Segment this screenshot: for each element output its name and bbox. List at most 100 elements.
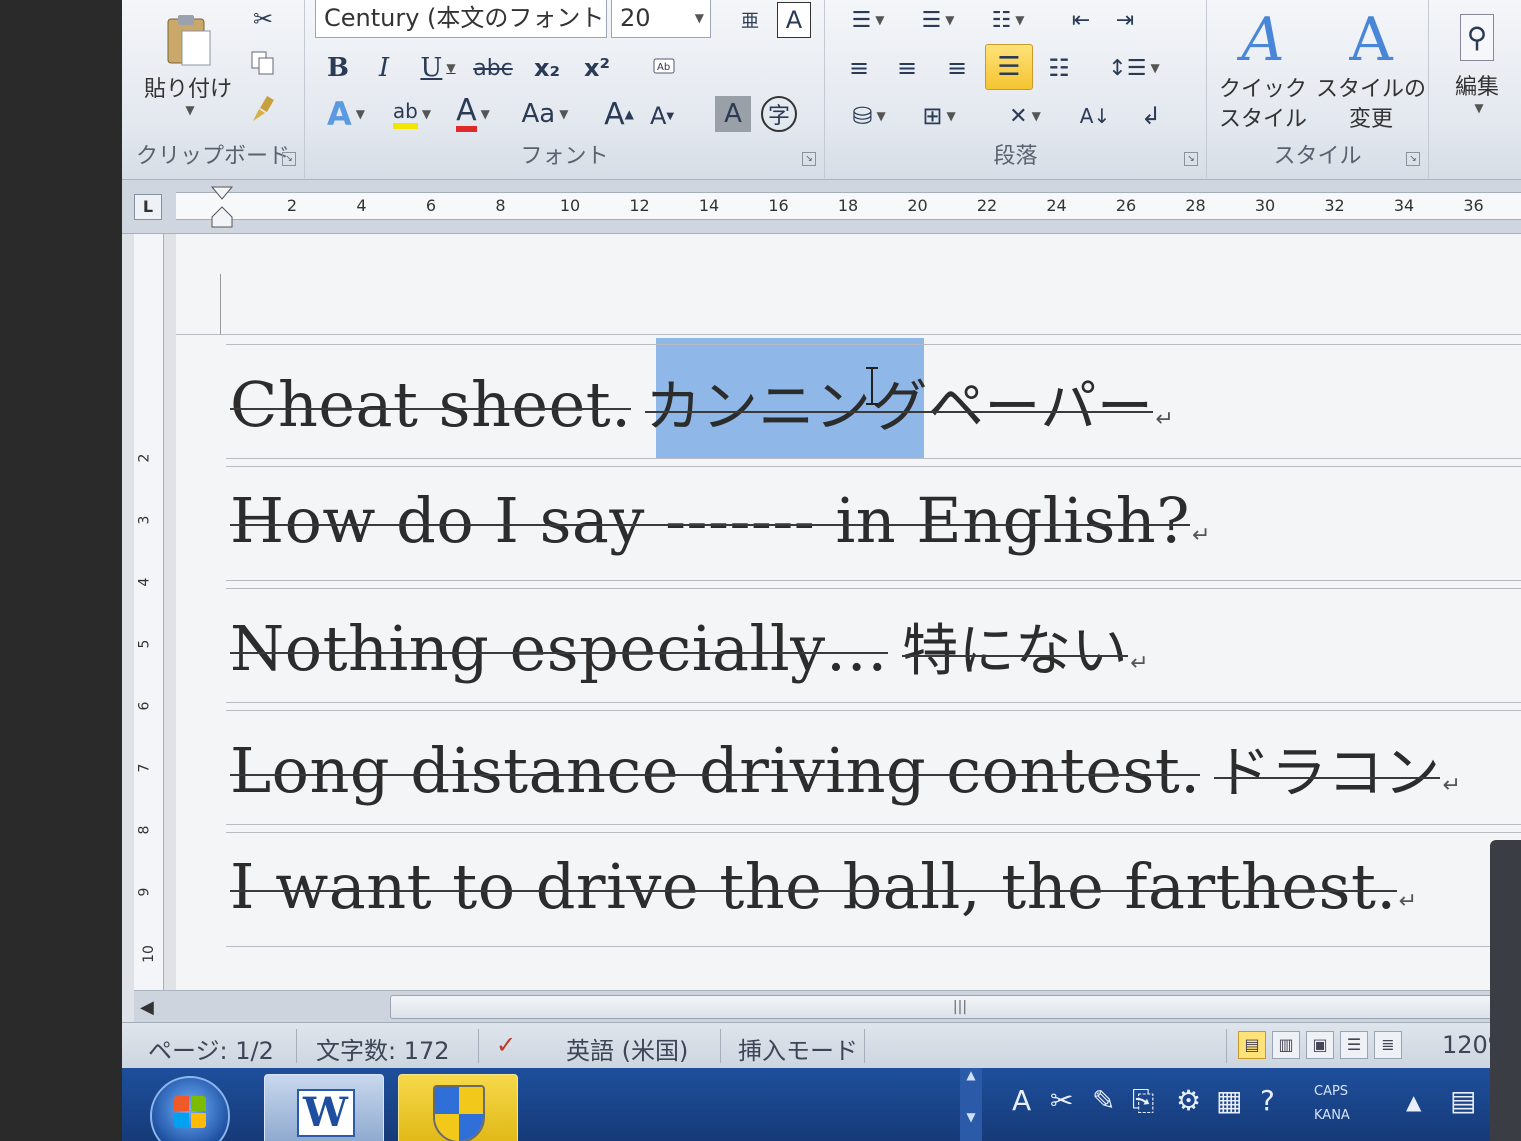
grid-line [226,832,1521,833]
taskbar-security-button[interactable] [398,1074,518,1141]
cut-button[interactable]: ✂ [246,2,280,36]
dialog-launcher-icon[interactable]: ↘ [802,152,816,166]
text-effects-button[interactable]: A ▼ [321,95,371,133]
ime-settings-icon[interactable]: ⚙ [1176,1084,1201,1117]
document-page[interactable]: Cheat sheet. カンニングペーパー↵ How do I say -----… [176,234,1521,990]
dialog-launcher-icon[interactable]: ↘ [282,152,296,166]
document-line[interactable]: Cheat sheet. カンニングペーパー↵ [230,362,1174,443]
paragraph-mark-icon: ↲ [1140,102,1162,130]
paste-label: 貼り付け [143,77,232,102]
dialog-launcher-icon[interactable]: ↘ [1406,152,1420,166]
multilevel-list-icon: ☷ [991,7,1012,33]
paste-button[interactable]: 貼り付け ▼ [138,4,238,124]
help-icon[interactable]: ? [1260,1084,1275,1117]
ime-properties-icon[interactable]: ▦ [1216,1084,1242,1117]
notification-icon[interactable]: ▤ [1450,1084,1476,1117]
highlight-button[interactable]: ab ▼ [385,96,439,132]
grow-font-button[interactable]: A ▲ [601,96,637,132]
bullets-button[interactable]: ☰ ▼ [841,2,895,38]
text-effects-icon: A [327,95,352,133]
font-color-button[interactable]: A ▼ [445,96,501,132]
shrink-font-icon: A [649,102,667,130]
outline-view-icon[interactable]: ☰ [1340,1031,1368,1059]
indent-marker-icon[interactable] [210,185,234,229]
quick-styles-button[interactable]: A クイック スタイル [1213,0,1313,140]
strikethrough-button[interactable]: abc [471,50,515,86]
horizontal-scrollbar[interactable]: ◀ ||| [134,990,1521,1022]
language-indicator[interactable]: 英語 (米国) [566,1031,688,1066]
ime-tool-icon[interactable]: ✂ [1050,1084,1073,1117]
asian-layout-button[interactable]: ✕ ▼ [995,96,1055,136]
clear-formatting-button[interactable]: Ab [645,50,685,86]
web-layout-view-icon[interactable]: ▣ [1306,1031,1334,1059]
increase-indent-button[interactable]: ⇥ [1105,2,1145,38]
change-styles-button[interactable]: A スタイルの 変更 [1316,0,1426,140]
chevron-down-icon: ▼ [1474,100,1484,115]
phonetic-icon: 亜 [741,11,759,32]
start-button[interactable] [150,1076,230,1141]
show-hidden-icons-icon[interactable]: ▲ [1406,1090,1421,1114]
horizontal-ruler[interactable]: L 2 4 6 8 10 12 14 16 18 20 22 24 26 28 30 32 34 36 [122,180,1521,234]
scrollbar-thumb[interactable]: ||| [390,995,1521,1019]
font-group: Century (本文のフォント ▼ 20 ▼ 亜 A B I U▼ [305,0,825,178]
phonetic-guide-button[interactable]: 亜 [733,2,767,38]
borders-icon: ⊞ [922,102,943,130]
ime-input-mode-icon[interactable]: A [1012,1084,1031,1117]
proofing-icon[interactable]: ✓ [496,1031,516,1059]
document-line[interactable]: How do I say ------- in English?↵ [230,484,1211,557]
multilevel-list-button[interactable]: ☷ ▼ [981,2,1035,38]
document-line[interactable]: Nothing especially… 特にない↵ [230,606,1149,687]
distributed-button[interactable]: ☷ [1039,48,1079,88]
vertical-ruler[interactable]: 2 3 4 5 6 7 8 9 10 [134,234,164,994]
align-left-button[interactable]: ≡ [839,48,879,88]
subscript-button[interactable]: x₂ [527,50,567,86]
print-layout-view-icon[interactable]: ▤ [1238,1031,1266,1059]
styles-group: A クイック スタイル A スタイルの 変更 スタイル ↘ [1207,0,1429,178]
char-border-button[interactable]: A [777,2,811,38]
borders-button[interactable]: ⊞ ▼ [909,96,969,136]
shading-button[interactable]: ⛁ ▼ [839,96,899,136]
ruler-track[interactable]: 2 4 6 8 10 12 14 16 18 20 22 24 26 28 30 32 34 36 [176,186,1521,228]
char-shading-button[interactable]: A [715,96,751,132]
scissors-icon: ✂ [252,5,274,33]
taskbar-word-button[interactable]: W [264,1074,384,1141]
enclose-char-button[interactable]: 字 [761,96,797,132]
document-line[interactable]: I want to drive the ball, the farthest.↵ [230,850,1418,923]
line-spacing-button[interactable]: ↕☰ ▼ [1107,48,1161,88]
align-center-button[interactable]: ≡ [887,48,927,88]
font-size-combobox[interactable]: 20 ▼ [611,0,711,38]
superscript-button[interactable]: x² [577,50,617,86]
show-marks-button[interactable]: ↲ [1131,96,1171,136]
scroll-left-icon[interactable]: ◀ [140,997,154,1018]
tab-selector[interactable]: L [134,194,162,220]
format-painter-button[interactable] [246,92,280,126]
shrink-font-button[interactable]: A ▼ [645,100,679,132]
italic-button[interactable]: I [367,50,401,86]
italic-icon: I [378,53,390,83]
underline-button[interactable]: U ▼ [413,50,463,86]
taskbar-scroll-button[interactable]: ▲ ▼ [960,1068,982,1141]
char-shading-icon: A [724,99,742,129]
editing-button[interactable]: ⚲ 編集 ▼ [1445,4,1509,124]
font-name-combobox[interactable]: Century (本文のフォント ▼ [315,0,607,38]
bold-button[interactable]: B [321,50,355,86]
justify-button[interactable]: ☰ [985,44,1033,90]
ime-pad-icon[interactable]: ⎘ [1132,1084,1154,1118]
full-screen-view-icon[interactable]: ▥ [1272,1031,1300,1059]
decrease-indent-button[interactable]: ⇤ [1061,2,1101,38]
sort-button[interactable]: A↓ [1075,96,1115,136]
ime-dictionary-icon[interactable]: ✎ [1092,1084,1115,1117]
underline-icon: U [420,53,443,83]
dialog-launcher-icon[interactable]: ↘ [1184,152,1198,166]
copy-button[interactable] [246,46,280,80]
word-count[interactable]: 文字数: 172 [316,1031,450,1066]
draft-view-icon[interactable]: ≣ [1374,1031,1402,1059]
change-case-button[interactable]: Aa ▼ [517,96,573,132]
paste-icon [167,15,211,66]
document-line[interactable]: Long distance driving contest. ドラコン↵ [230,728,1461,809]
page-count[interactable]: ページ: 1/2 [148,1031,274,1066]
insert-mode-indicator[interactable]: 挿入モード [738,1031,858,1066]
numbering-button[interactable]: ☰ ▼ [911,2,965,38]
align-right-button[interactable]: ≡ [937,48,977,88]
chevron-down-icon[interactable]: ▼ [695,0,704,37]
